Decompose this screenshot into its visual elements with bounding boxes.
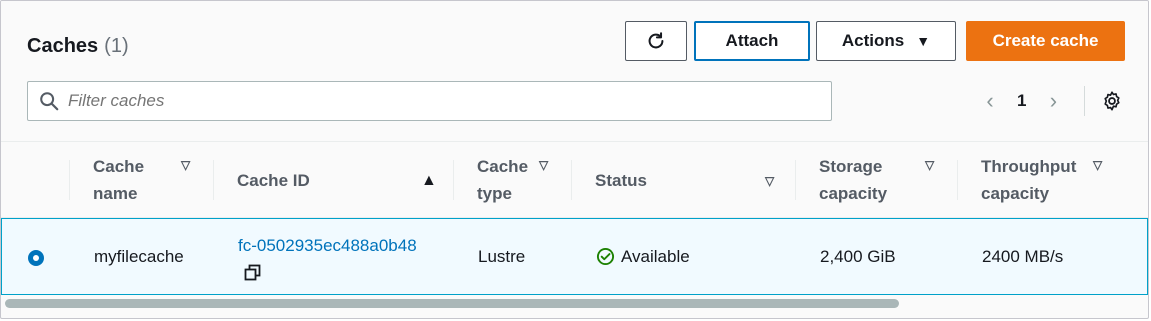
column-separator — [957, 160, 958, 200]
table-header: Cache name ▽ Cache ID ▲ Cache type ▽ Sta… — [1, 141, 1148, 218]
column-throughput-capacity[interactable]: Throughput capacity ▽ — [957, 142, 1127, 218]
title-text: Caches — [27, 35, 99, 57]
page-title: Caches (1) — [27, 35, 129, 58]
pager-divider — [1084, 86, 1086, 116]
create-cache-button[interactable]: Create cache — [966, 21, 1125, 61]
cell-cache-name: myfilecache — [94, 246, 184, 266]
column-label-line1: Throughput — [981, 157, 1077, 176]
cell-throughput-capacity: 2400 MB/s — [982, 246, 1064, 266]
title-count: (1) — [104, 35, 129, 57]
column-label-line1: Cache — [93, 157, 145, 176]
column-separator — [453, 160, 454, 200]
table-row[interactable]: myfilecache fc-0502935ec488a0b48 Lustre … — [1, 218, 1148, 295]
column-cache-id[interactable]: Cache ID ▲ — [213, 142, 453, 218]
column-label-line2: name — [93, 184, 138, 203]
column-separator — [795, 160, 796, 200]
attach-button[interactable]: Attach — [694, 21, 810, 61]
panel-header: Caches (1) Attach Actions ▼ Create cache … — [1, 1, 1148, 141]
column-label-line2: capacity — [819, 184, 888, 203]
pagination: ‹ 1 › — [981, 86, 1123, 116]
refresh-icon — [648, 32, 664, 49]
cache-id-link[interactable]: fc-0502935ec488a0b48 — [238, 236, 417, 256]
cell-status: Available — [596, 219, 690, 294]
actions-label: Actions — [841, 31, 905, 50]
chevron-left-icon[interactable]: ‹ — [981, 88, 999, 113]
column-cache-type[interactable]: Cache type ▽ — [453, 142, 571, 218]
column-status[interactable]: Status ▽ — [571, 142, 795, 218]
column-label-line1: Cache — [477, 157, 529, 176]
cell-storage-capacity: 2,400 GiB — [820, 246, 896, 266]
caches-panel: Caches (1) Attach Actions ▼ Create cache … — [0, 0, 1149, 319]
column-separator — [571, 160, 572, 200]
status-text: Available — [621, 246, 690, 266]
column-label-line2: capacity — [981, 184, 1050, 203]
filter-box[interactable] — [27, 81, 832, 121]
row-select-radio[interactable] — [28, 250, 44, 266]
column-label: Cache ID — [237, 170, 310, 190]
caret-down-icon: ▼ — [916, 33, 931, 49]
column-label: Cache type — [477, 153, 528, 207]
column-label-line2: type — [477, 184, 512, 203]
sort-icon[interactable]: ▽ — [181, 158, 190, 172]
horizontal-scrollbar-thumb[interactable] — [5, 299, 899, 308]
actions-dropdown-button[interactable]: Actions ▼ — [816, 21, 956, 61]
column-label-line1: Storage — [819, 157, 883, 176]
copy-icon[interactable] — [244, 264, 262, 282]
refresh-button[interactable] — [625, 21, 687, 61]
column-separator — [69, 160, 70, 200]
status-success-icon — [596, 247, 615, 266]
sort-icon[interactable]: ▽ — [1093, 158, 1102, 172]
cell-cache-id: fc-0502935ec488a0b48 — [238, 208, 417, 283]
sort-icon[interactable]: ▽ — [539, 158, 548, 172]
column-separator — [213, 160, 214, 200]
column-cache-name[interactable]: Cache name ▽ — [69, 142, 213, 218]
sort-ascending-icon[interactable]: ▲ — [421, 172, 437, 190]
column-label: Storage capacity — [819, 153, 887, 207]
cell-cache-type: Lustre — [478, 246, 526, 266]
sort-icon[interactable]: ▽ — [925, 158, 934, 172]
column-storage-capacity[interactable]: Storage capacity ▽ — [795, 142, 957, 218]
filter-input[interactable] — [66, 90, 810, 112]
column-label: Throughput capacity — [981, 153, 1076, 207]
column-label: Status — [595, 170, 647, 190]
sort-icon[interactable]: ▽ — [765, 174, 774, 188]
page-number[interactable]: 1 — [1017, 91, 1026, 111]
chevron-right-icon[interactable]: › — [1044, 88, 1062, 113]
search-icon — [40, 92, 59, 111]
gear-icon[interactable] — [1101, 90, 1123, 112]
column-label: Cache name — [93, 153, 144, 207]
